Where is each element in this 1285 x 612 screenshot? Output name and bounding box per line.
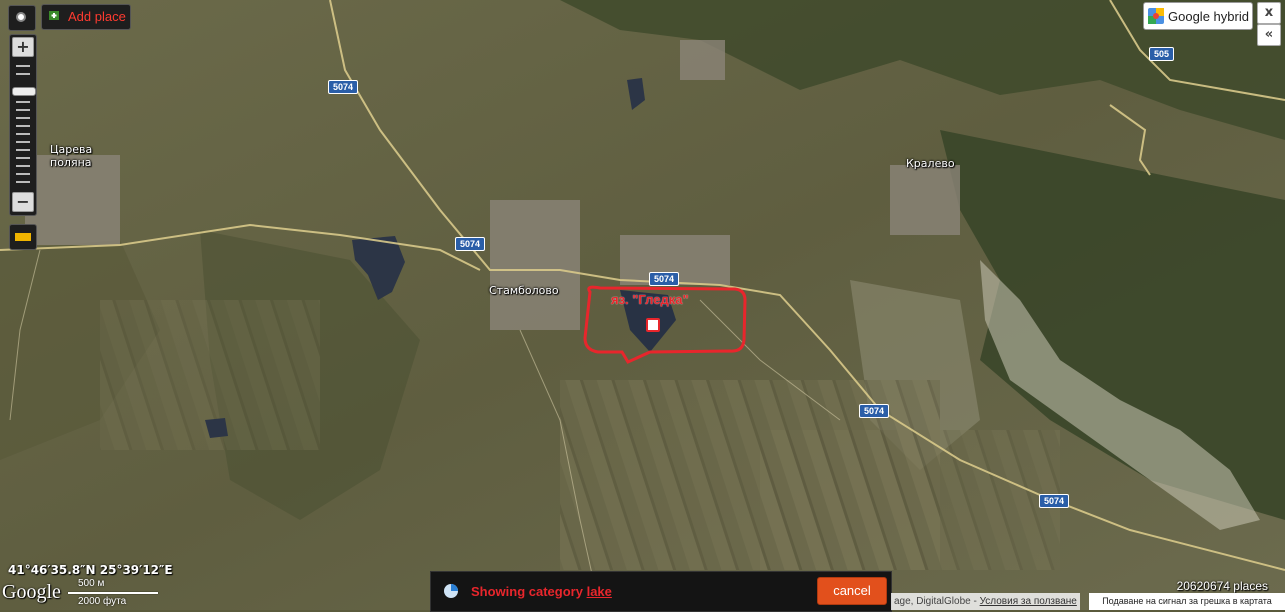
zoom-tick <box>16 165 30 167</box>
coordinates-readout: 41°46′35.8″N 25°39′12″E <box>8 563 173 577</box>
road-label: 5074 <box>328 80 359 94</box>
map-attribution: age, DigitalGlobe - Условия за ползване <box>891 593 1080 610</box>
road-label: 5074 <box>455 237 486 251</box>
zoom-in-button[interactable]: + <box>12 37 34 57</box>
google-logo: Google <box>2 581 61 603</box>
zoom-tick <box>16 141 30 143</box>
scale-metric-label: 500 м <box>78 578 105 589</box>
zoom-tick <box>16 157 30 159</box>
zoom-tick <box>16 173 30 175</box>
place-marker-icon[interactable] <box>646 318 660 332</box>
zoom-tick <box>16 181 30 183</box>
category-link[interactable]: lake <box>587 584 612 599</box>
zoom-tick <box>16 149 30 151</box>
ruler-button[interactable] <box>9 224 37 250</box>
zoom-slider-handle[interactable] <box>12 86 36 96</box>
attribution-text: age, DigitalGlobe - <box>894 596 980 607</box>
road-label: 5074 <box>859 404 890 418</box>
road-label: 5074 <box>649 272 680 286</box>
road-label: 505 <box>1149 47 1175 61</box>
scale-line <box>68 592 158 594</box>
zoom-tick <box>16 65 30 67</box>
town-label-kralevo: Кралево <box>906 157 955 170</box>
close-button[interactable]: x <box>1257 2 1281 24</box>
add-place-label: Add place <box>68 9 126 24</box>
zoom-tick <box>16 73 30 75</box>
zoom-tick <box>16 133 30 135</box>
category-prefix: Showing category <box>471 584 587 599</box>
zoom-tick <box>16 117 30 119</box>
annotation-label: яз. "Гледка" <box>611 292 689 307</box>
town-label-stambolovo: Стамболово <box>489 284 559 297</box>
ruler-icon <box>15 233 31 241</box>
map-type-button[interactable]: Google hybrid <box>1143 2 1253 30</box>
town-label-tsareva-polyana: Царева поляна <box>50 143 93 169</box>
loading-icon <box>444 584 458 598</box>
zoom-tick <box>16 125 30 127</box>
road-label: 5074 <box>1039 494 1070 508</box>
places-count: 20620674 places <box>1176 579 1268 593</box>
category-bar: Showing category lake cancel <box>430 571 892 612</box>
cancel-button[interactable]: cancel <box>817 577 887 605</box>
zoom-out-button[interactable]: − <box>12 192 34 212</box>
add-place-button[interactable]: Add place <box>41 4 131 30</box>
scale-bar: 500 м 2000 фута <box>68 578 158 608</box>
target-icon <box>16 12 26 22</box>
google-maps-icon <box>1148 8 1164 24</box>
add-place-icon <box>49 11 59 20</box>
scale-imperial-label: 2000 фута <box>78 596 127 607</box>
report-error-link[interactable]: Подаване на сигнал за грешка в картата <box>1089 593 1285 610</box>
map-type-label: Google hybrid <box>1168 9 1249 24</box>
zoom-tick <box>16 101 30 103</box>
zoom-tick <box>16 109 30 111</box>
category-text: Showing category lake <box>471 584 612 599</box>
terms-link[interactable]: Условия за ползване <box>980 596 1077 607</box>
locate-button[interactable] <box>8 5 36 31</box>
collapse-button[interactable]: « <box>1257 24 1281 46</box>
zoom-control[interactable]: + − <box>9 34 37 216</box>
